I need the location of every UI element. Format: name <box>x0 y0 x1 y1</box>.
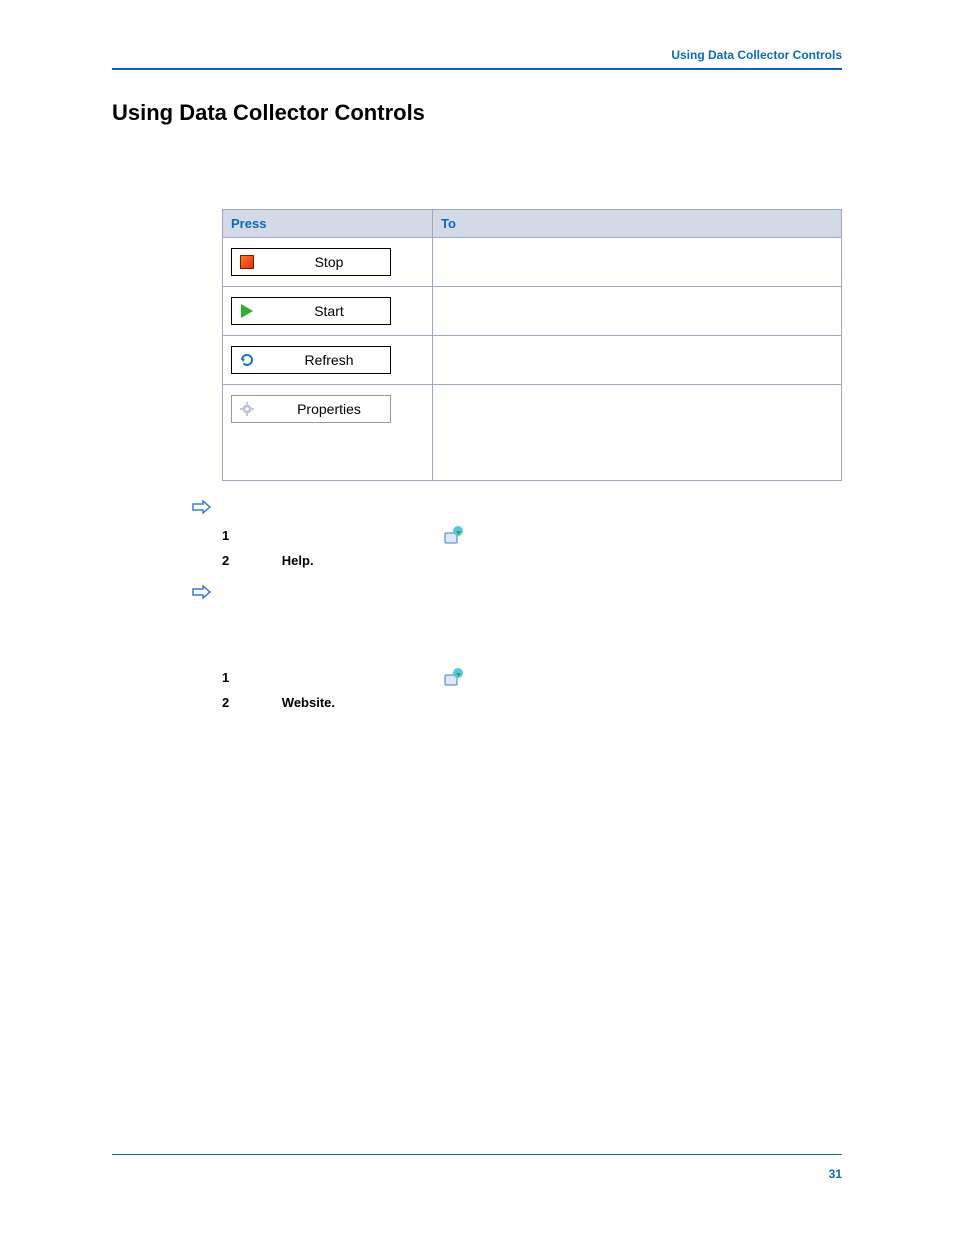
step-number: 2 <box>222 695 236 710</box>
step-number: 2 <box>222 553 236 568</box>
stop-button-label: Stop <box>274 254 384 270</box>
arrow-right-icon <box>192 584 212 600</box>
col-header-press: Press <box>223 210 433 238</box>
procedure-1-lead: To open the online help: <box>224 499 373 514</box>
start-button[interactable]: Start <box>231 297 391 325</box>
controls-table: Press To Stop Stop collecting data. <box>222 209 842 481</box>
list-item: 2 Click Help. <box>192 549 842 572</box>
col-header-to: To <box>433 210 842 238</box>
system-tray-icon <box>444 525 464 545</box>
procedure-1-steps: 1 Right-click the system-tray icon . 2 C… <box>192 521 842 572</box>
properties-desc: Open the Data Collector Properties dialo… <box>433 385 842 481</box>
gear-icon <box>238 402 256 416</box>
list-item: 2 Click Website. <box>192 691 842 714</box>
step-number: 1 <box>222 528 236 543</box>
start-desc: Start collecting data. <box>433 287 842 336</box>
arrow-right-icon <box>192 499 212 515</box>
properties-button-label: Properties <box>274 401 384 417</box>
properties-button[interactable]: Properties <box>231 395 391 423</box>
page-title: Using Data Collector Controls <box>112 100 842 126</box>
refresh-button-label: Refresh <box>274 352 384 368</box>
refresh-icon <box>238 352 256 368</box>
play-icon <box>238 304 256 318</box>
running-header: Using Data Collector Controls <box>671 48 842 62</box>
stop-desc: Stop collecting data. <box>433 238 842 287</box>
procedure-2-steps: 1 Right-click the system-tray icon . 2 C… <box>192 663 842 714</box>
stop-button[interactable]: Stop <box>231 248 391 276</box>
refresh-button[interactable]: Refresh <box>231 346 391 374</box>
footer-rule <box>112 1154 842 1155</box>
stop-icon <box>238 255 256 269</box>
system-tray-icon <box>444 667 464 687</box>
step-number: 1 <box>222 670 236 685</box>
start-button-label: Start <box>274 303 384 319</box>
refresh-desc: Refresh the data displayed in the consol… <box>433 336 842 385</box>
list-item: 1 Right-click the system-tray icon . <box>192 521 842 549</box>
header-rule <box>112 68 842 70</box>
procedure-2-note: The website contains downloads, document… <box>222 610 782 649</box>
list-item: 1 Right-click the system-tray icon . <box>192 663 842 691</box>
procedure-2-lead: To open the product website: <box>224 584 404 599</box>
intro-paragraph: Use the Data Collector controls in the u… <box>112 150 842 189</box>
page-number: 31 <box>829 1167 842 1181</box>
